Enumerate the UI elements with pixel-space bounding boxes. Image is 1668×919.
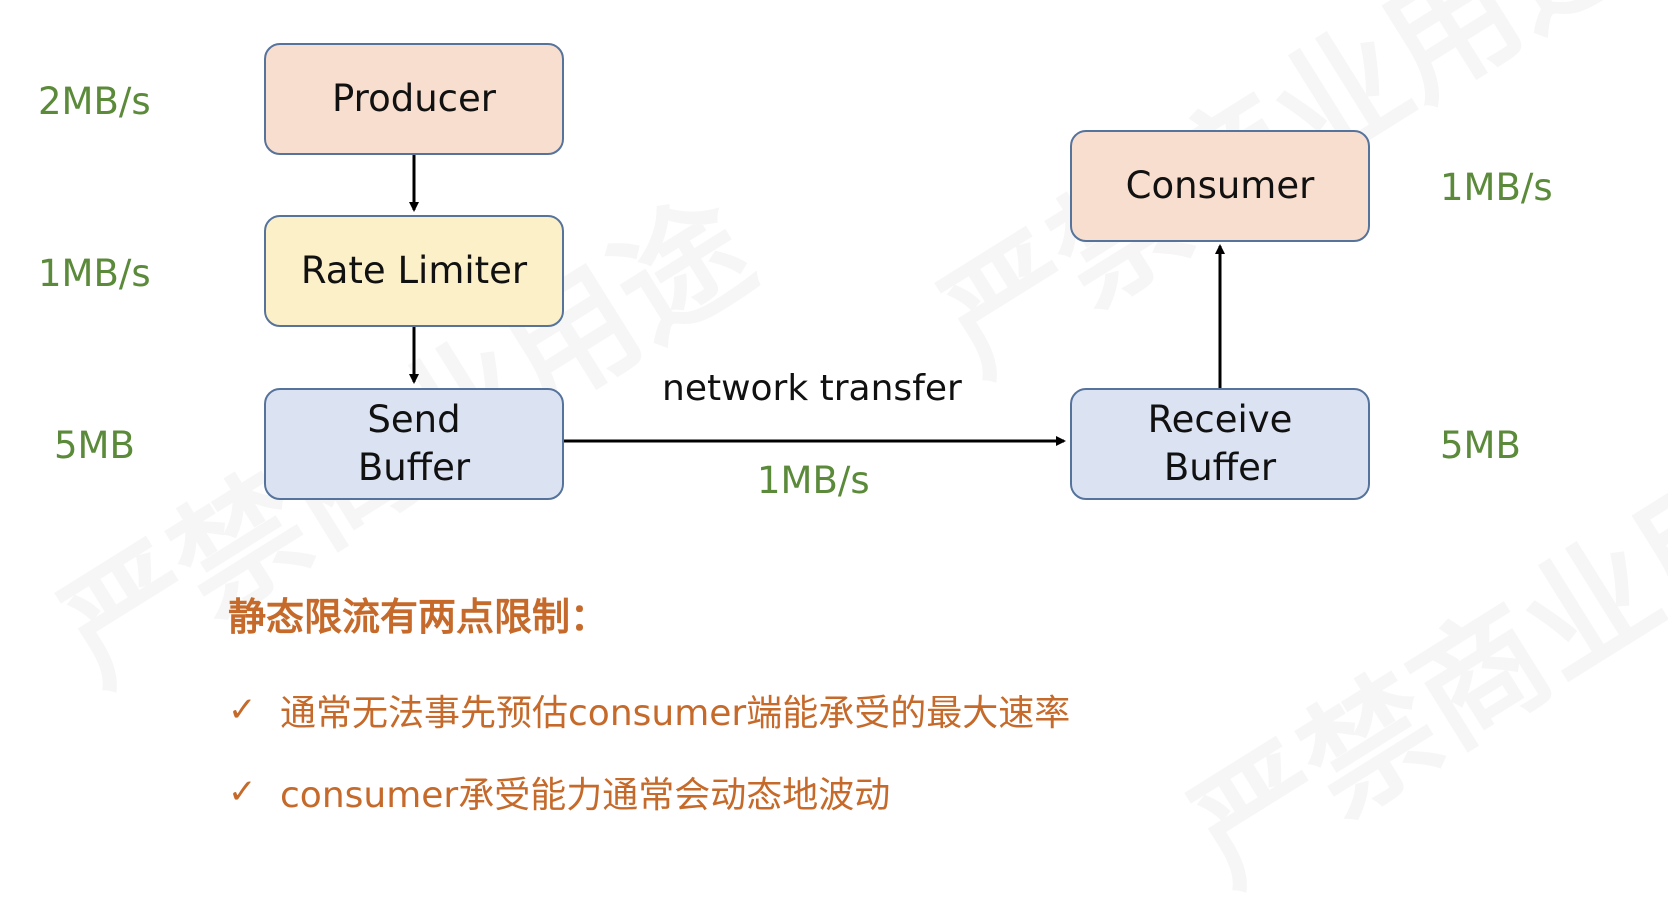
notes-bullet: ✓ 通常无法事先预估consumer端能承受的最大速率 — [228, 684, 1070, 736]
notes-heading: 静态限流有两点限制： — [228, 595, 609, 639]
network-transfer-rate: 1MB/s — [757, 459, 870, 502]
receive-buffer-label: Receive Buffer — [1147, 398, 1293, 489]
rate-limiter-label: Rate Limiter — [300, 249, 528, 292]
receive-buffer-size: 5MB — [1440, 424, 1521, 467]
producer-box: Producer — [264, 43, 564, 155]
consumer-rate: 1MB/s — [1440, 166, 1553, 209]
consumer-label: Consumer — [1125, 164, 1315, 207]
check-icon: ✓ — [228, 772, 257, 812]
rate-limiter-box: Rate Limiter — [264, 215, 564, 327]
rate-limiter-rate: 1MB/s — [38, 252, 151, 295]
producer-label: Producer — [332, 77, 496, 120]
send-buffer-size: 5MB — [54, 424, 135, 467]
notes-bullet-text: consumer承受能力通常会动态地波动 — [280, 775, 891, 816]
receive-buffer-box: Receive Buffer — [1070, 388, 1370, 500]
send-buffer-label: Send Buffer — [357, 398, 471, 489]
producer-rate: 2MB/s — [38, 80, 151, 123]
consumer-box: Consumer — [1070, 130, 1370, 242]
notes-bullet-text: 通常无法事先预估consumer端能承受的最大速率 — [280, 693, 1071, 734]
notes-bullet: ✓ consumer承受能力通常会动态地波动 — [228, 766, 890, 818]
send-buffer-box: Send Buffer — [264, 388, 564, 500]
network-transfer-label: network transfer — [662, 368, 962, 409]
check-icon: ✓ — [228, 690, 257, 730]
diagram-arrows — [409, 154, 1225, 446]
